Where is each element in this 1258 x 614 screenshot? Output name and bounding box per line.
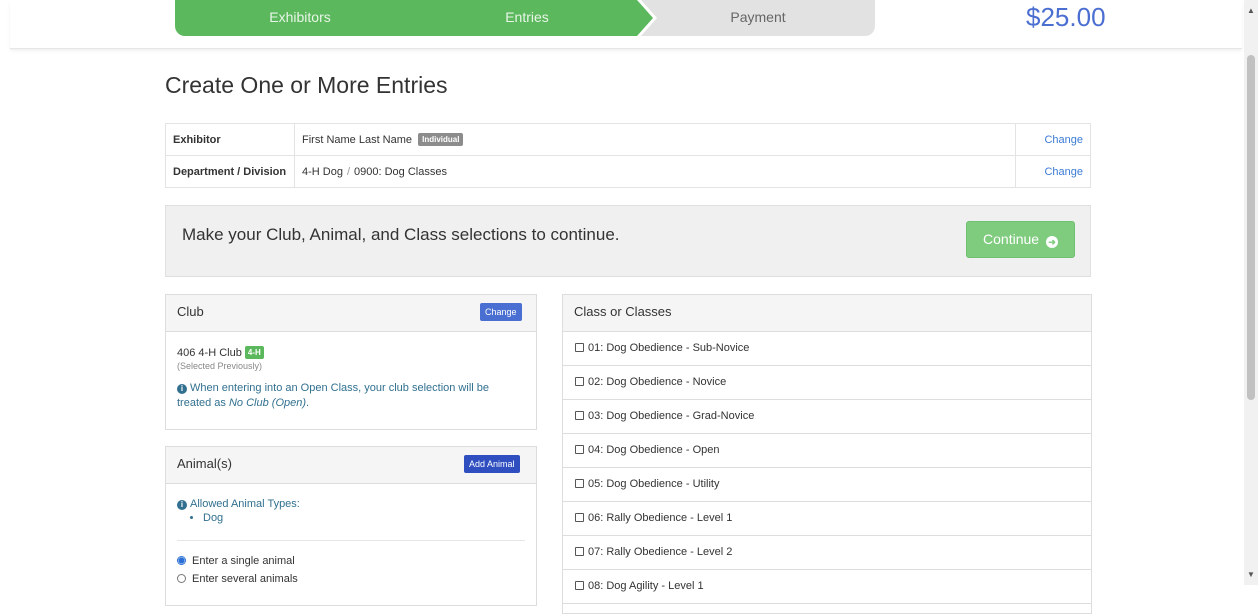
selection-notice: Make your Club, Animal, and Class select… <box>165 205 1091 277</box>
single-animal-radio[interactable] <box>177 556 186 565</box>
step-payment: Payment <box>641 0 875 36</box>
class-label: 01: Dog Obedience - Sub-Novice <box>588 342 750 354</box>
class-checkbox[interactable] <box>575 479 584 488</box>
class-option[interactable]: 04: Dog Obedience - Open <box>563 434 1091 468</box>
class-panel-header: Class or Classes <box>563 295 1091 332</box>
page-scrollbar[interactable]: ▲ ▼ <box>1244 0 1258 585</box>
class-option[interactable]: 06: Rally Obedience - Level 1 <box>563 502 1091 536</box>
entry-summary-table: Exhibitor First Name Last Name Individua… <box>165 123 1091 188</box>
open-class-note-end: . <box>306 397 310 409</box>
class-option[interactable]: 08: Dog Agility - Level 1 <box>563 570 1091 604</box>
class-checkbox[interactable] <box>575 377 584 386</box>
allowed-types-label: Allowed Animal Types: <box>190 498 300 510</box>
class-checkbox[interactable] <box>575 581 584 590</box>
class-checkbox[interactable] <box>575 547 584 556</box>
open-class-note-text: When entering into an Open Class, your c… <box>177 382 489 409</box>
continue-button[interactable]: Continue ➜ <box>966 221 1075 258</box>
exhibitor-type-badge: Individual <box>418 133 464 146</box>
class-checkbox[interactable] <box>575 513 584 522</box>
class-panel: Class or Classes 01: Dog Obedience - Sub… <box>562 294 1092 614</box>
club-name: 406 4-H Club <box>177 347 242 359</box>
class-label: 07: Rally Obedience - Level 2 <box>588 546 733 558</box>
division-change-link[interactable]: Change <box>1015 155 1091 188</box>
scroll-down-arrow-icon[interactable]: ▼ <box>1247 570 1255 579</box>
cart-total: $25.00 <box>1026 2 1106 32</box>
class-label: 04: Dog Obedience - Open <box>588 444 720 456</box>
breadcrumb-separator: / <box>346 165 351 178</box>
class-label: 06: Rally Obedience - Level 1 <box>588 512 733 524</box>
info-icon: i <box>177 384 187 394</box>
animal-panel: Animal(s) Add Animal i Allowed Animal Typ… <box>165 446 537 606</box>
several-animals-label: Enter several animals <box>192 573 298 585</box>
step-exhibitors[interactable]: Exhibitors <box>175 0 425 36</box>
step-tracker: Exhibitors Entries Payment <box>175 0 875 36</box>
animal-panel-body: iAllowed Animal Types: Dog Enter a singl… <box>166 484 536 599</box>
section-divider <box>177 540 525 541</box>
club-panel: Club Change 406 4-H Club 4-H (Selected P… <box>165 294 537 430</box>
club-panel-body: 406 4-H Club 4-H (Selected Previously) i… <box>166 332 536 425</box>
class-panel-title: Class or Classes <box>574 304 672 319</box>
class-checkbox[interactable] <box>575 343 584 352</box>
animal-panel-header: Animal(s) Add Animal <box>166 447 536 484</box>
department-name: 4-H Dog <box>302 165 343 178</box>
class-checkbox[interactable] <box>575 445 584 454</box>
allowed-type-item: Dog <box>203 512 525 524</box>
class-option[interactable]: 07: Rally Obedience - Level 2 <box>563 536 1091 570</box>
exhibitor-value: First Name Last Name Individual <box>294 123 1016 156</box>
class-option[interactable]: 01: Dog Obedience - Sub-Novice <box>563 332 1091 366</box>
class-label: 05: Dog Obedience - Utility <box>588 478 720 490</box>
club-selection-status: (Selected Previously) <box>177 361 263 371</box>
exhibitor-row: Exhibitor First Name Last Name Individua… <box>165 123 1091 156</box>
class-option[interactable]: 03: Dog Obedience - Grad-Novice <box>563 400 1091 434</box>
continue-label: Continue <box>983 231 1040 247</box>
class-option[interactable]: 05: Dog Obedience - Utility <box>563 468 1091 502</box>
notice-text: Make your Club, Animal, and Class select… <box>182 225 620 244</box>
exhibitor-change-link[interactable]: Change <box>1015 123 1091 156</box>
animal-panel-title: Animal(s) <box>177 456 232 471</box>
club-change-button[interactable]: Change <box>480 303 522 321</box>
single-animal-option[interactable]: Enter a single animal <box>177 555 525 567</box>
division-name: 0900: Dog Classes <box>354 165 447 178</box>
single-animal-label: Enter a single animal <box>192 555 295 567</box>
add-animal-button[interactable]: Add Animal <box>464 455 520 473</box>
class-checkbox[interactable] <box>575 411 584 420</box>
allowed-types-list: Dog <box>177 512 525 524</box>
several-animals-option[interactable]: Enter several animals <box>177 573 525 585</box>
class-label: 02: Dog Obedience - Novice <box>588 376 727 388</box>
class-option[interactable]: 02: Dog Obedience - Novice <box>563 366 1091 400</box>
class-label: 08: Dog Agility - Level 1 <box>588 580 704 592</box>
division-label: Department / Division <box>165 155 295 188</box>
checkout-progress-bar: Exhibitors Entries Payment $25.00 <box>10 0 1242 49</box>
exhibitor-name: First Name Last Name <box>302 134 413 146</box>
several-animals-radio[interactable] <box>177 574 186 583</box>
open-class-note-emphasis: No Club (Open) <box>228 397 307 409</box>
club-panel-header: Club Change <box>166 295 536 332</box>
scrollbar-thumb[interactable] <box>1247 55 1255 400</box>
division-row: Department / Division 4-H Dog/0900: Dog … <box>165 155 1091 188</box>
page-title: Create One or More Entries <box>165 72 448 98</box>
club-program-badge: 4-H <box>244 346 264 359</box>
arrow-right-circle-icon: ➜ <box>1045 236 1058 248</box>
scroll-up-arrow-icon[interactable]: ▲ <box>1247 6 1255 15</box>
open-class-note: i When entering into an Open Class, your … <box>177 381 525 411</box>
club-name-line: 406 4-H Club 4-H <box>177 346 525 359</box>
info-icon: i <box>177 500 187 510</box>
step-entries[interactable]: Entries <box>401 0 653 36</box>
club-panel-title: Club <box>177 304 204 319</box>
exhibitor-label: Exhibitor <box>165 123 295 156</box>
class-label: 03: Dog Obedience - Grad-Novice <box>588 410 755 422</box>
allowed-types-heading: i Allowed Animal Types: <box>177 498 525 510</box>
division-value: 4-H Dog/0900: Dog Classes <box>294 155 1016 188</box>
